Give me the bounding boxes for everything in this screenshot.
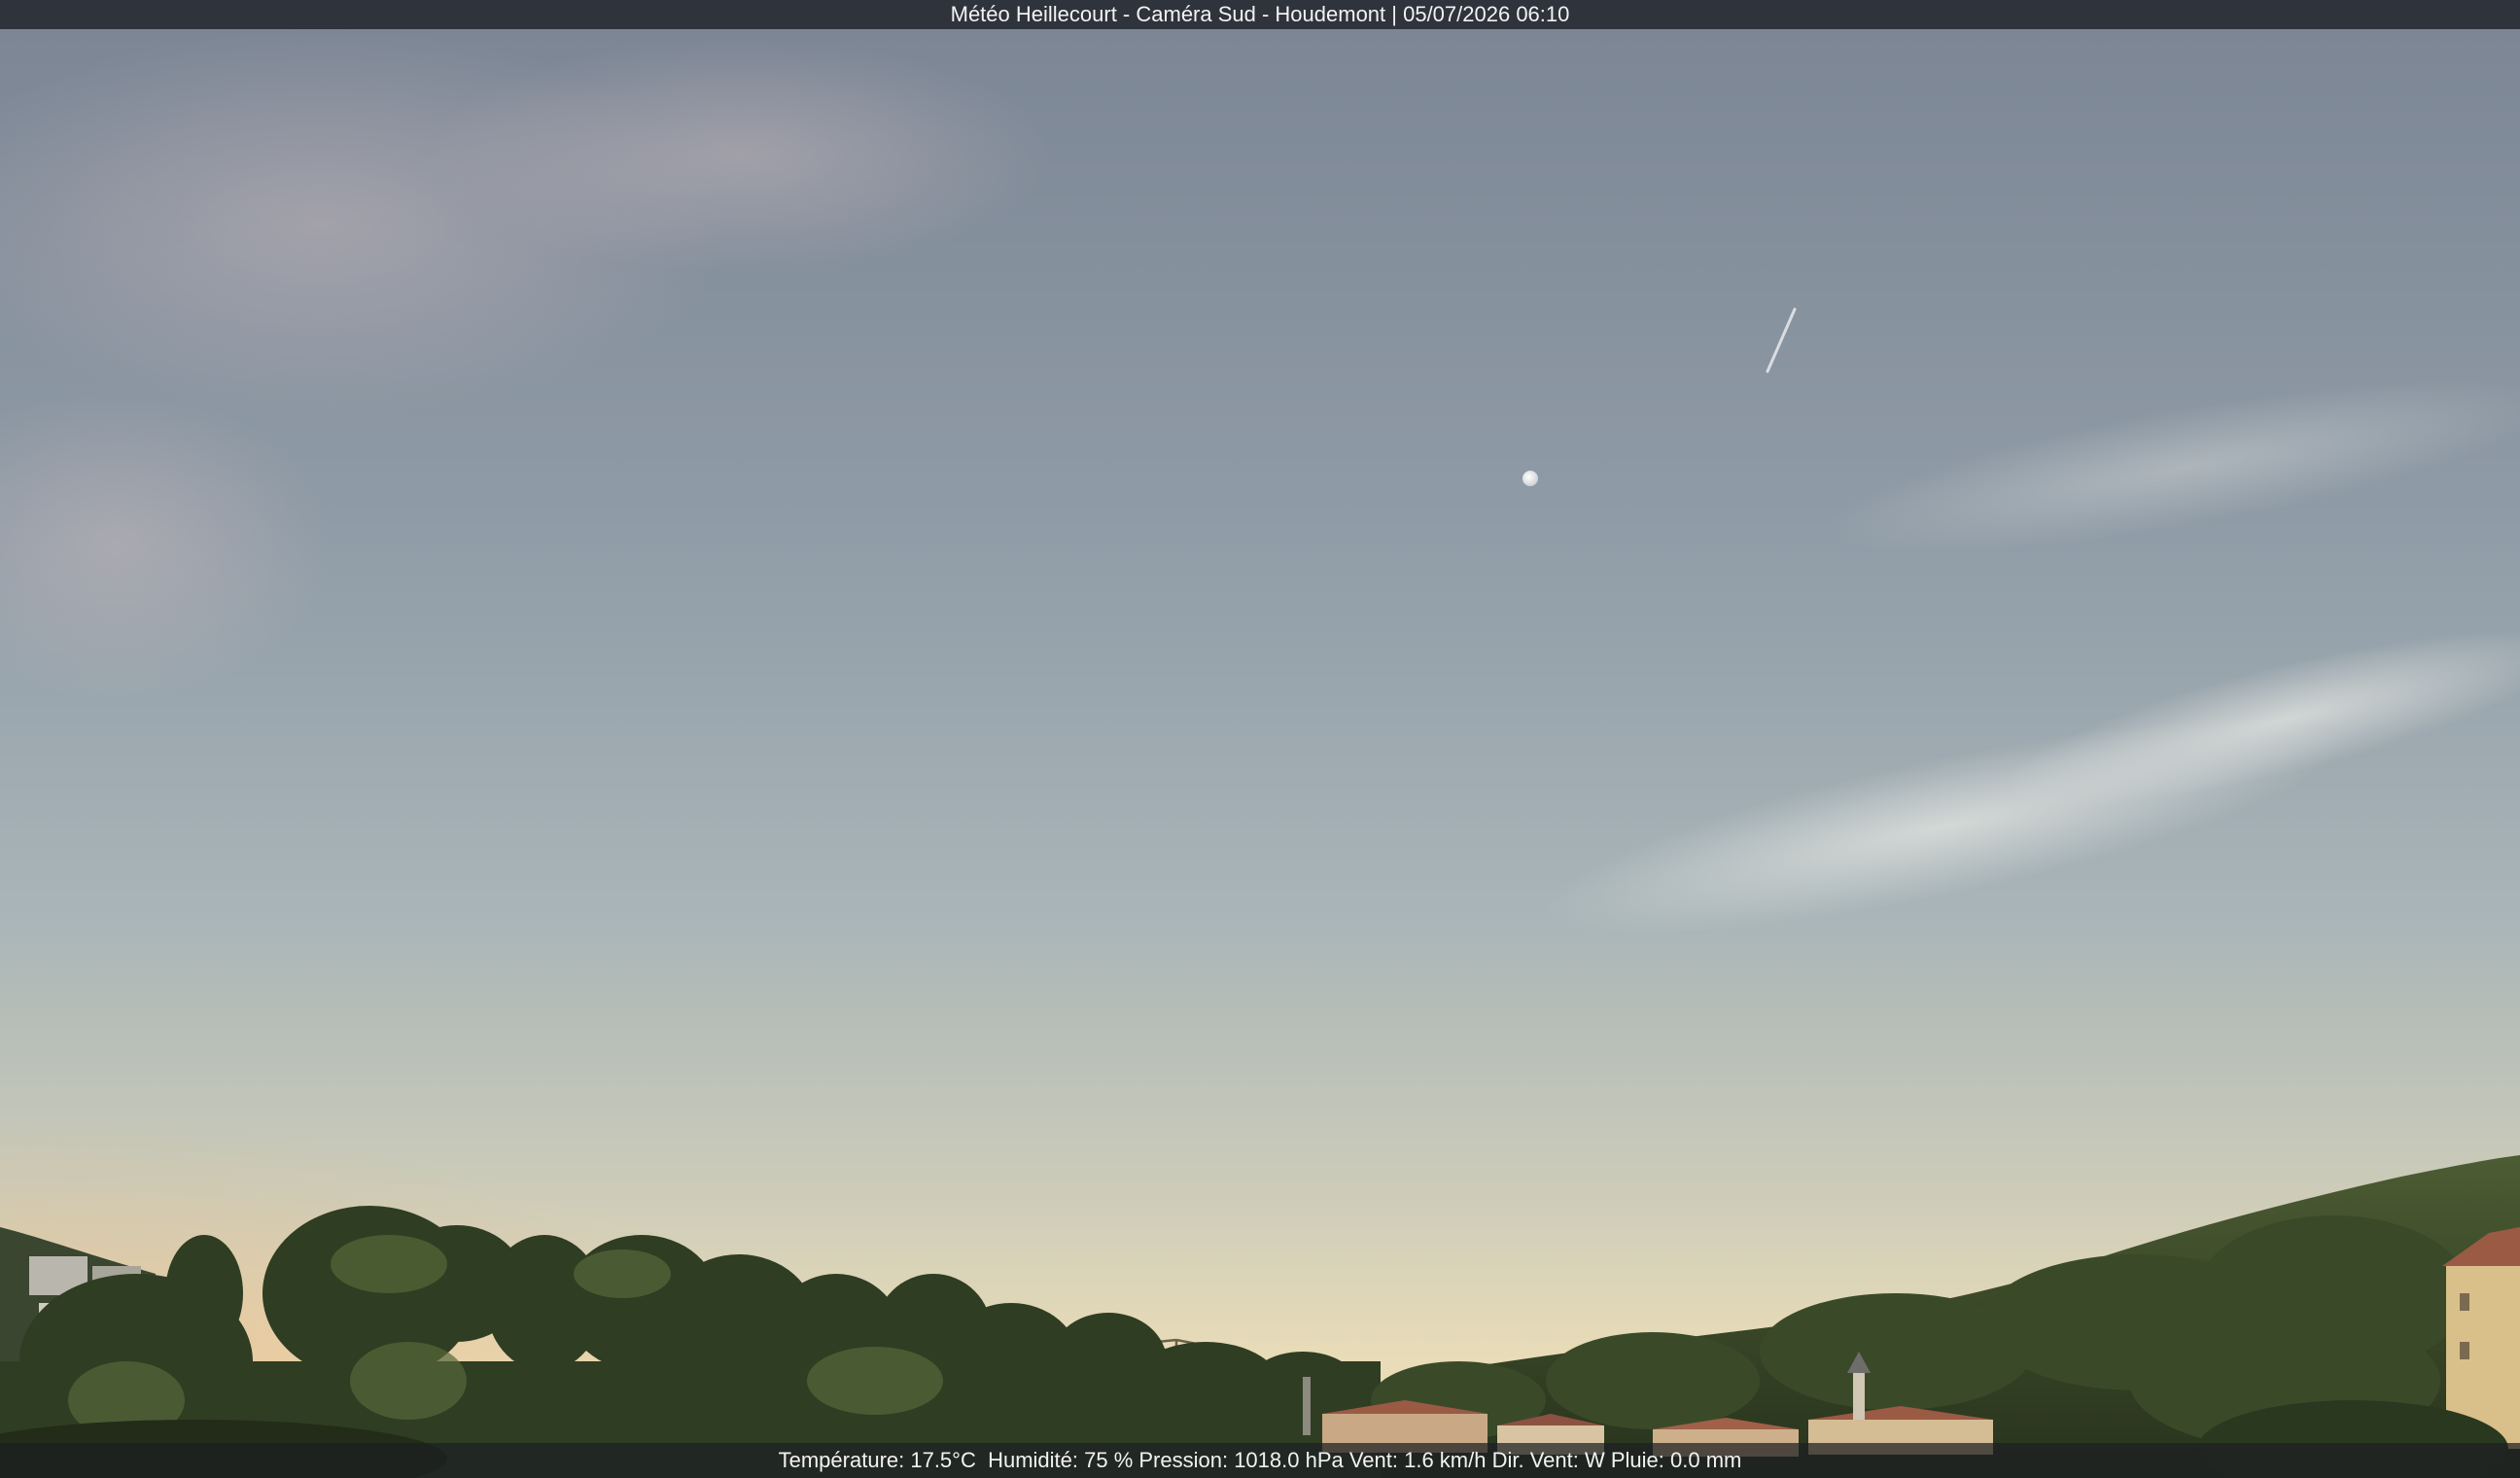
moon [1522, 471, 1538, 486]
cloud-haze-left-2 [428, 39, 1050, 272]
weather-overlay: Température: 17.5°C Humidité: 75 % Press… [0, 1443, 2520, 1478]
webcam-image [0, 0, 2520, 1478]
webcam-frame: Météo Heillecourt - Caméra Sud - Houdemo… [0, 0, 2520, 1478]
title-overlay: Météo Heillecourt - Caméra Sud - Houdemo… [0, 0, 2520, 29]
